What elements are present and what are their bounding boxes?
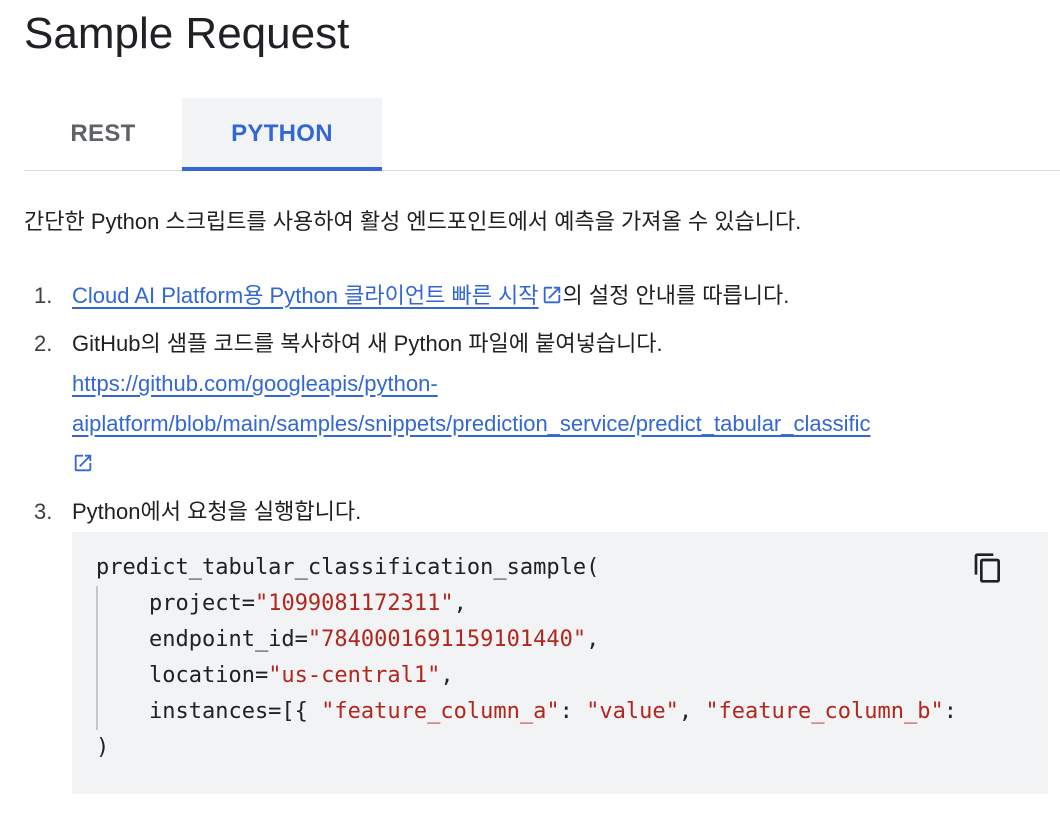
- instances-key: instances=[{: [96, 699, 322, 724]
- separator: ,: [440, 663, 454, 688]
- tab-python[interactable]: PYTHON: [182, 98, 382, 170]
- code-line-4: location="us-central1",: [96, 658, 957, 694]
- code-line-6: ): [96, 730, 957, 766]
- separator: ,: [586, 627, 600, 652]
- step-body: Cloud AI Platform용 Python 클라이언트 빠른 시작 의 설…: [72, 276, 789, 316]
- code-block[interactable]: predict_tabular_classification_sample( p…: [72, 532, 1048, 794]
- code-content[interactable]: predict_tabular_classification_sample( p…: [96, 550, 957, 766]
- function-call: predict_tabular_classification_sample(: [96, 555, 600, 580]
- colon: :: [559, 699, 587, 724]
- intro-text: 간단한 Python 스크립트를 사용하여 활성 엔드포인트에서 예측을 가져올…: [24, 209, 802, 234]
- step-number: 3.: [34, 499, 53, 524]
- code-line-2: project="1099081172311",: [96, 586, 957, 622]
- github-link-icon-wrap[interactable]: [72, 452, 94, 476]
- github-link-line-2[interactable]: aiplatform/blob/main/samples/snippets/pr…: [72, 404, 871, 444]
- code-line-1: predict_tabular_classification_sample(: [96, 550, 957, 586]
- feature-value: "value": [586, 699, 679, 724]
- endpoint-value: "7840001691159101440": [307, 627, 587, 652]
- tab-rest[interactable]: REST: [24, 98, 182, 170]
- close-paren: ): [96, 735, 110, 760]
- separator: ,: [453, 591, 467, 616]
- step-number: 1.: [34, 283, 53, 308]
- comma: ,: [678, 699, 706, 724]
- copy-icon[interactable]: [972, 550, 1004, 586]
- quickstart-link[interactable]: Cloud AI Platform용 Python 클라이언트 빠른 시작: [72, 283, 539, 308]
- sample-request-page: Sample Request REST PYTHON 간단한 Python 스크…: [0, 0, 1060, 828]
- step-3-text: Python에서 요청을 실행합니다.: [72, 499, 362, 524]
- feature-a: "feature_column_a": [321, 699, 560, 724]
- endpoint-key: endpoint_id=: [96, 627, 308, 652]
- project-key: project=: [96, 591, 255, 616]
- step-2-text: GitHub의 샘플 코드를 복사하여 새 Python 파일에 붙여넣습니다.: [72, 331, 663, 356]
- github-link-line-1[interactable]: https://github.com/googleapis/python-: [72, 364, 438, 404]
- external-link-icon[interactable]: [541, 284, 563, 306]
- active-tab-indicator: [182, 167, 382, 171]
- page-title: Sample Request: [24, 9, 350, 58]
- tab-bar: REST PYTHON: [24, 98, 1060, 171]
- location-key: location=: [96, 663, 269, 688]
- feature-b: "feature_column_b": [705, 699, 944, 724]
- project-value: "1099081172311": [254, 591, 454, 616]
- external-link-icon[interactable]: [72, 452, 94, 474]
- step-number: 2.: [34, 331, 53, 356]
- github-link-continued[interactable]: aiplatform/blob/main/samples/snippets/pr…: [72, 411, 871, 436]
- colon: :: [943, 699, 957, 724]
- code-line-5: instances=[{ "feature_column_a": "value"…: [96, 694, 957, 730]
- github-link[interactable]: https://github.com/googleapis/python-: [72, 371, 438, 396]
- step-1-suffix: 의 설정 안내를 따릅니다.: [562, 283, 790, 308]
- code-line-3: endpoint_id="7840001691159101440",: [96, 622, 957, 658]
- location-value: "us-central1": [268, 663, 441, 688]
